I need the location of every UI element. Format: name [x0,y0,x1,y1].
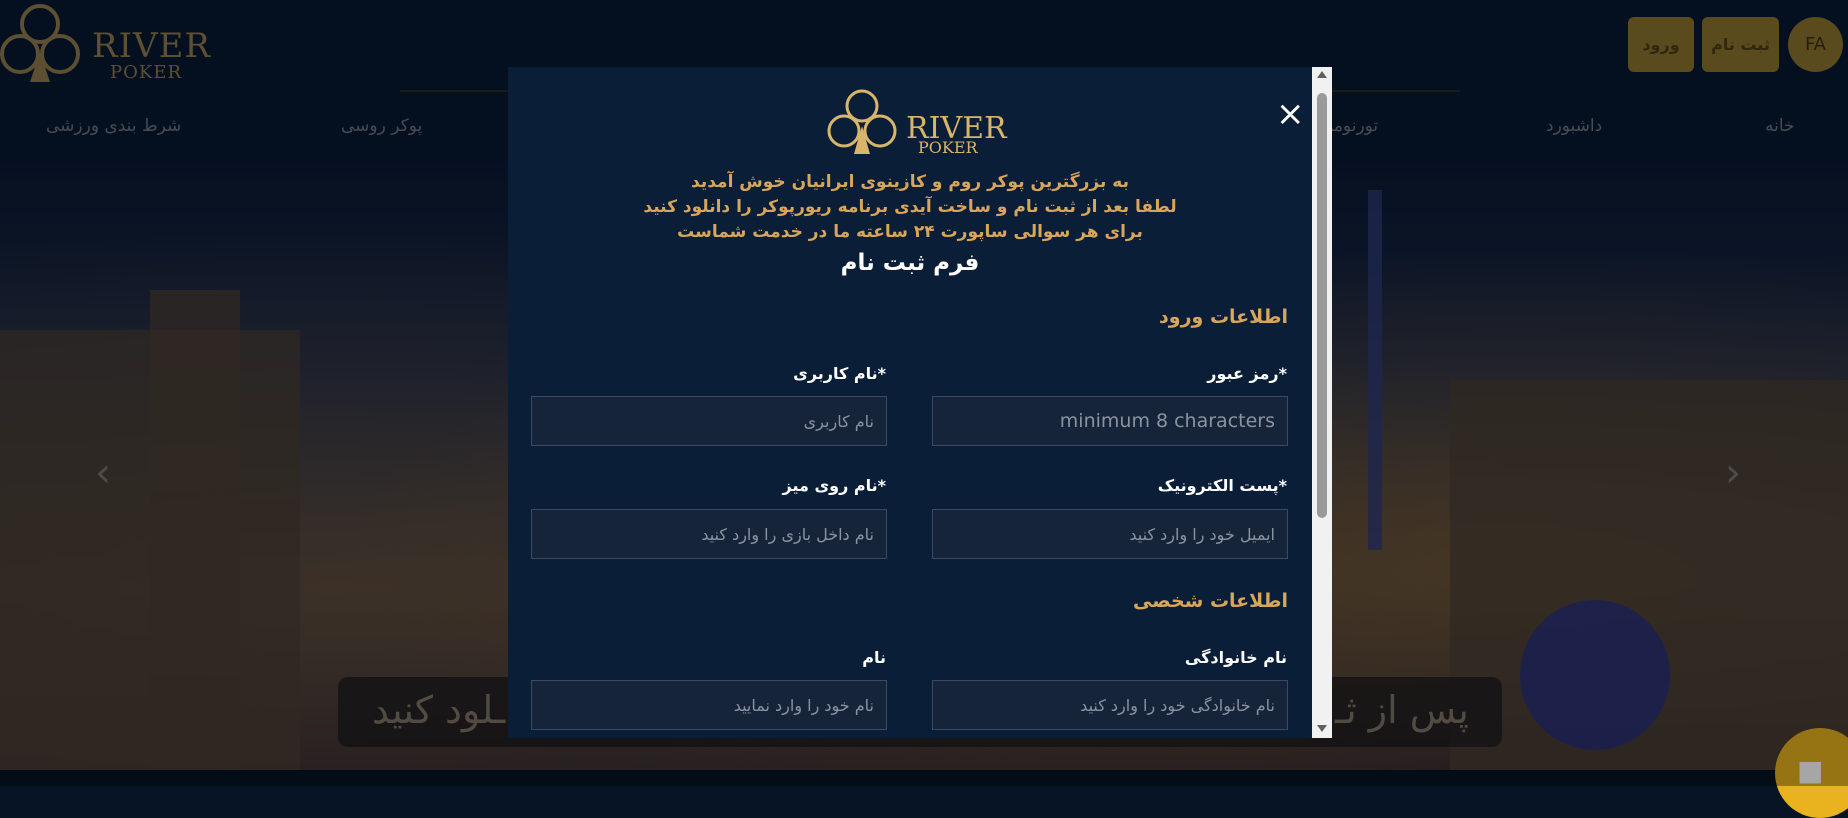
email-label: *پست الکترونیک [1157,476,1287,495]
modal-logo-text-poker: POKER [918,138,978,157]
personal-info-heading: اطلاعات شخصی [1133,590,1288,612]
username-input[interactable] [531,396,887,446]
scrollbar-thumb[interactable] [1317,93,1327,518]
table-name-input[interactable] [531,509,887,559]
first-name-label: نام [862,648,886,667]
welcome-line-3: برای هر سوالی ساپورت ۲۴ ساعته ما در خدمت… [677,222,1143,242]
first-name-input[interactable] [531,680,887,730]
password-input[interactable] [932,396,1288,446]
table-name-label: *نام روی میز [782,476,886,495]
scroll-up-icon[interactable] [1317,71,1327,78]
welcome-line-1: به بزرگترین پوکر روم و کازینوی ایرانیان … [691,172,1129,192]
login-info-heading: اطلاعات ورود [1159,306,1288,328]
welcome-line-2: لطفا بعد از ثبت نام و ساخت آیدی برنامه ر… [643,197,1177,217]
last-name-label: نام خانوادگی [1184,648,1287,667]
username-label: *نام کاربری [793,364,886,383]
close-icon[interactable]: × [1276,97,1305,131]
form-title: فرم ثبت نام [840,250,980,276]
modal-scrollbar[interactable] [1312,67,1332,738]
last-name-input[interactable] [932,680,1288,730]
email-input[interactable] [932,509,1288,559]
scroll-down-icon[interactable] [1317,725,1327,732]
password-label: *رمز عبور [1207,364,1287,383]
